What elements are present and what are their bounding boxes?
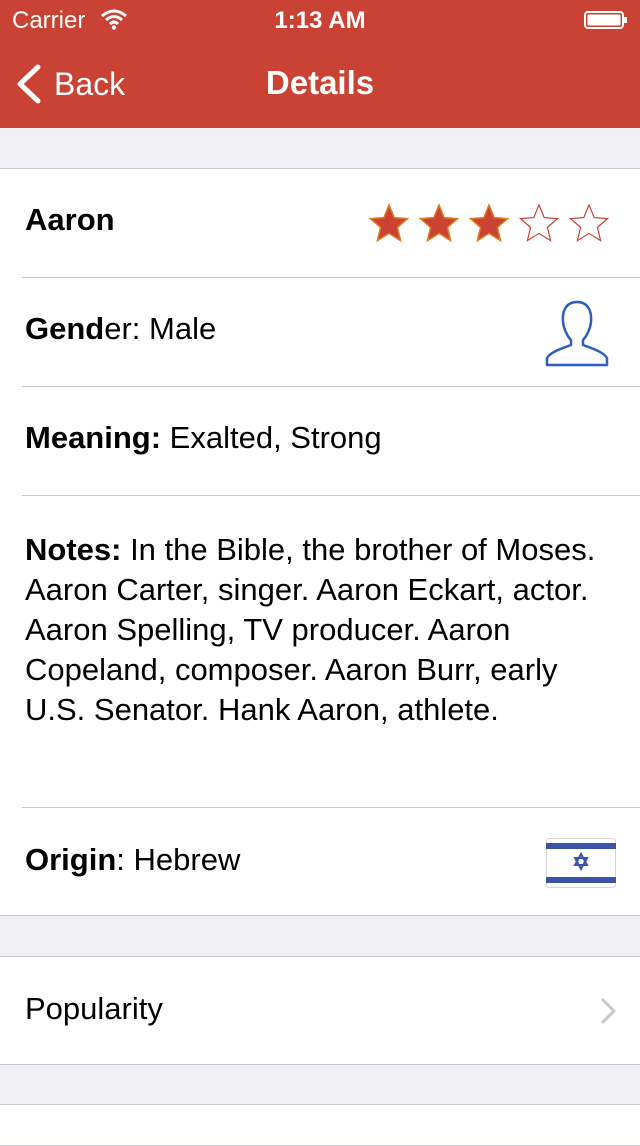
rating-stars[interactable]	[368, 203, 610, 243]
popularity-section: Popularity	[0, 956, 640, 1065]
navigation-bar: Carrier 1:13 AM Back Details	[0, 0, 640, 128]
gender-row: Gender: Male	[22, 278, 640, 387]
popularity-label: Popularity	[25, 991, 163, 1026]
star-filled-icon[interactable]	[418, 203, 460, 243]
gender-label-bold: Gend	[25, 311, 105, 346]
name-label: Aaron	[25, 202, 115, 237]
origin-text: Origin: Hebrew	[25, 840, 240, 880]
israel-flag-icon	[546, 838, 616, 888]
next-section	[0, 1104, 640, 1146]
meaning-label: Meaning:	[25, 420, 162, 455]
meaning-value: Exalted, Strong	[161, 420, 382, 455]
notes-row: Notes: In the Bible, the brother of Mose…	[22, 496, 640, 808]
gender-label-rest: er:	[104, 311, 141, 346]
notes-label: Notes:	[25, 532, 122, 567]
origin-colon: :	[116, 842, 125, 877]
notes-text: Notes: In the Bible, the brother of Mose…	[25, 530, 605, 730]
page-title: Details	[265, 64, 375, 101]
meaning-text: Meaning: Exalted, Strong	[25, 418, 382, 458]
battery-icon	[584, 11, 627, 29]
person-outline-icon	[545, 300, 609, 367]
meaning-row: Meaning: Exalted, Strong	[22, 387, 640, 496]
status-time: 1:13 AM	[274, 7, 366, 34]
popularity-row[interactable]: Popularity	[22, 957, 640, 1064]
star-empty-icon[interactable]	[518, 203, 560, 243]
origin-label: Origin	[25, 842, 117, 877]
star-filled-icon[interactable]	[368, 203, 410, 243]
status-bar: Carrier 1:13 AM	[0, 0, 640, 40]
chevron-right-icon	[601, 998, 616, 1024]
origin-row: Origin: Hebrew	[22, 808, 640, 915]
star-empty-icon[interactable]	[568, 203, 610, 243]
star-filled-icon[interactable]	[468, 203, 510, 243]
gender-value: Male	[140, 311, 217, 346]
gender-text: Gender: Male	[25, 309, 216, 349]
origin-value: Hebrew	[124, 842, 241, 877]
name-row: Aaron	[22, 169, 640, 278]
details-section: Aaron Gender: Male Meaning: Exalted, Str…	[0, 168, 640, 916]
